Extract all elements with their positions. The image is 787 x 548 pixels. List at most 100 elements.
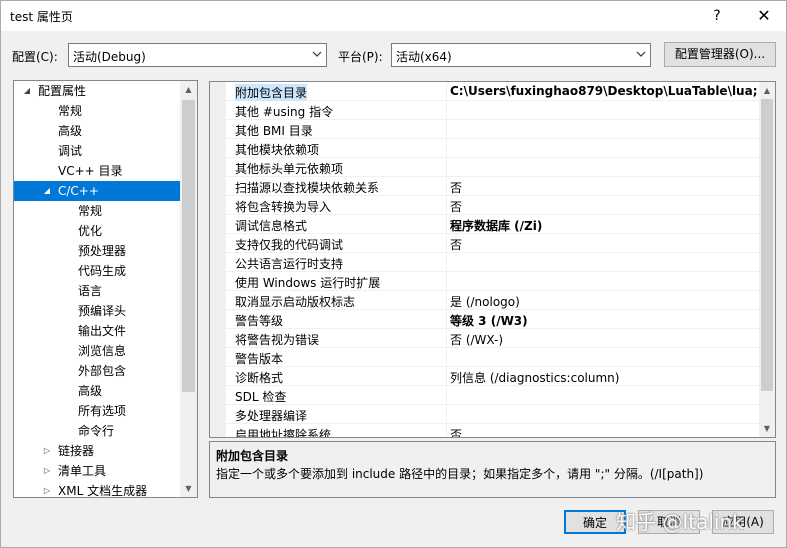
tree-item[interactable]: 预编译头	[14, 301, 180, 321]
property-row[interactable]: 其他 BMI 目录	[210, 120, 759, 139]
property-row[interactable]: 取消显示启动版权标志 是 (/nologo)	[210, 291, 759, 310]
scroll-down-icon[interactable]: ▼	[180, 480, 197, 497]
property-name: 调试信息格式	[235, 219, 308, 233]
column-separator	[446, 348, 447, 367]
property-row[interactable]: 诊断格式 列信息 (/diagnostics:column)	[210, 367, 759, 386]
tree-item[interactable]: ▷ 链接器	[14, 441, 180, 461]
tree-item[interactable]: 调试	[14, 141, 180, 161]
property-name: 支持仅我的代码调试	[235, 238, 344, 252]
property-value[interactable]: 否	[450, 426, 757, 437]
grid-scrollbar[interactable]: ▲ ▼	[759, 82, 775, 437]
grid-scroll-thumb[interactable]	[761, 99, 773, 391]
tree-item[interactable]: 命令行	[14, 421, 180, 441]
tree-item[interactable]: 高级	[14, 121, 180, 141]
row-gutter	[210, 386, 226, 405]
scroll-up-icon[interactable]: ▲	[759, 82, 775, 99]
property-value[interactable]: 否 (/WX-)	[450, 331, 757, 348]
title-bar: test 属性页 ? ✕	[1, 1, 786, 31]
tree-item[interactable]: 预处理器	[14, 241, 180, 261]
row-gutter	[210, 329, 226, 348]
property-row[interactable]: 警告版本	[210, 348, 759, 367]
tree-item[interactable]: VC++ 目录	[14, 161, 180, 181]
property-row[interactable]: 将包含转换为导入 否	[210, 196, 759, 215]
property-row[interactable]: 公共语言运行时支持	[210, 253, 759, 272]
property-name: 附加包含目录	[235, 84, 308, 101]
scroll-up-icon[interactable]: ▲	[180, 81, 197, 98]
property-row[interactable]: 使用 Windows 运行时扩展	[210, 272, 759, 291]
tree-scrollbar[interactable]: ▲ ▼	[180, 81, 197, 497]
column-separator	[446, 101, 447, 120]
tree-item[interactable]: ▷ XML 文档生成器	[14, 481, 180, 497]
tree-scroll-thumb[interactable]	[182, 100, 195, 392]
tree-item[interactable]: 常规	[14, 201, 180, 221]
column-separator	[446, 310, 447, 329]
column-separator	[446, 272, 447, 291]
property-row[interactable]: 支持仅我的代码调试 否	[210, 234, 759, 253]
tree-item[interactable]: 语言	[14, 281, 180, 301]
tree-item-label: 常规	[58, 104, 83, 118]
tree-item[interactable]: 代码生成	[14, 261, 180, 281]
property-value[interactable]: C:\Users\fuxinghao879\Desktop\LuaTable\l…	[450, 84, 757, 98]
scroll-down-icon[interactable]: ▼	[759, 420, 775, 437]
property-row[interactable]: 其他模块依赖项	[210, 139, 759, 158]
chevron-down-icon	[312, 49, 322, 59]
property-value[interactable]: 是 (/nologo)	[450, 293, 757, 310]
tree-item[interactable]: 优化	[14, 221, 180, 241]
property-value[interactable]: 列信息 (/diagnostics:column)	[450, 369, 757, 386]
property-row[interactable]: 其他 #using 指令	[210, 101, 759, 120]
property-row[interactable]: 多处理器编译	[210, 405, 759, 424]
collapse-arrow-icon[interactable]: ◢	[22, 81, 32, 101]
column-separator	[446, 177, 447, 196]
expand-arrow-icon[interactable]: ▷	[42, 481, 52, 497]
description-text: 指定一个或多个要添加到 include 路径中的目录；如果指定多个，请用 ";"…	[216, 467, 704, 481]
row-gutter	[210, 234, 226, 253]
column-separator	[446, 158, 447, 177]
property-value[interactable]: 否	[450, 236, 757, 253]
property-row[interactable]: 扫描源以查找模块依赖关系 否	[210, 177, 759, 196]
tree-item[interactable]: 所有选项	[14, 401, 180, 421]
property-row[interactable]: 警告等级 等级 3 (/W3)	[210, 310, 759, 329]
row-gutter	[210, 139, 226, 158]
property-value[interactable]: 否	[450, 198, 757, 215]
tree-item[interactable]: ▷ 清单工具	[14, 461, 180, 481]
tree-item[interactable]: 常规	[14, 101, 180, 121]
window-title: test 属性页	[10, 10, 73, 24]
chevron-down-icon	[636, 49, 646, 59]
property-value[interactable]: 程序数据库 (/Zi)	[450, 217, 757, 234]
platform-dropdown[interactable]: 活动(x64)	[391, 43, 651, 67]
column-separator	[446, 253, 447, 272]
tree-item[interactable]: ◢ 配置属性	[14, 81, 180, 101]
property-row[interactable]: 将警告视为错误 否 (/WX-)	[210, 329, 759, 348]
tree-item-label: 命令行	[78, 424, 115, 438]
expand-arrow-icon[interactable]: ▷	[42, 461, 52, 481]
row-gutter	[210, 82, 226, 101]
configuration-manager-button[interactable]: 配置管理器(O)...	[664, 42, 776, 67]
help-button[interactable]: ?	[697, 3, 737, 29]
property-row[interactable]: SDL 检查	[210, 386, 759, 405]
property-name: 取消显示启动版权标志	[235, 295, 356, 309]
tree-item-label: C/C++	[58, 184, 99, 198]
settings-tree: ◢ 配置属性 常规 高级 调试 VC++ 目录 ◢ C/C++ 常规 优化 预处理器 代码生成 语言 预编…	[13, 80, 198, 498]
tree-item-label: 语言	[78, 284, 103, 298]
property-row[interactable]: 调试信息格式 程序数据库 (/Zi)	[210, 215, 759, 234]
property-value[interactable]: 否	[450, 179, 757, 196]
property-row[interactable]: 附加包含目录 C:\Users\fuxinghao879\Desktop\LuaT…	[210, 82, 759, 101]
column-separator	[446, 405, 447, 424]
tree-item[interactable]: 浏览信息	[14, 341, 180, 361]
tree-item[interactable]: 外部包含	[14, 361, 180, 381]
collapse-arrow-icon[interactable]: ◢	[42, 181, 52, 201]
column-separator	[446, 139, 447, 158]
property-row[interactable]: 其他标头单元依赖项	[210, 158, 759, 177]
tree-item[interactable]: 高级	[14, 381, 180, 401]
column-separator	[446, 386, 447, 405]
close-button[interactable]: ✕	[744, 3, 784, 29]
expand-arrow-icon[interactable]: ▷	[42, 441, 52, 461]
row-gutter	[210, 310, 226, 329]
tree-item[interactable]: ◢ C/C++	[14, 181, 180, 201]
tree-item[interactable]: 输出文件	[14, 321, 180, 341]
property-row[interactable]: 启用地址擦除系统 否	[210, 424, 759, 437]
property-name: 警告等级	[235, 314, 284, 328]
property-value[interactable]: 等级 3 (/W3)	[450, 312, 757, 329]
configuration-dropdown[interactable]: 活动(Debug)	[68, 43, 327, 67]
property-name: 警告版本	[235, 352, 284, 366]
